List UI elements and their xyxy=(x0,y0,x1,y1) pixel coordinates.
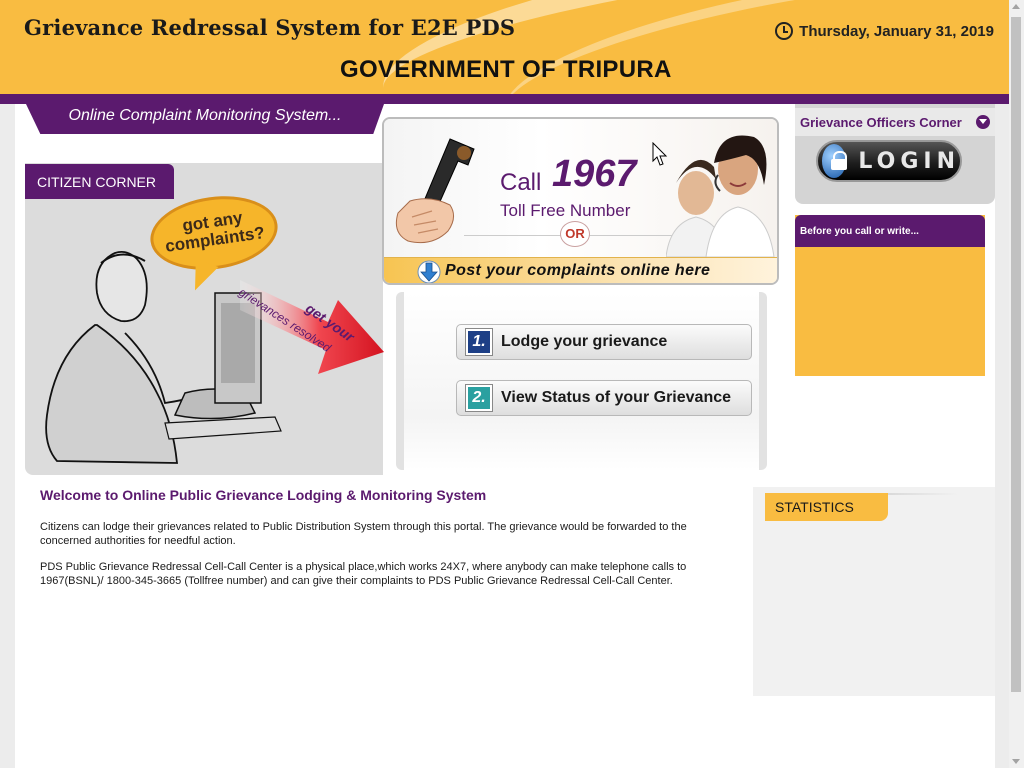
or-badge: OR xyxy=(560,221,590,247)
officer-login-button[interactable]: LOGIN xyxy=(816,140,962,182)
welcome-title: Welcome to Online Public Grievance Lodgi… xyxy=(40,487,487,503)
scroll-up-arrow-icon[interactable] xyxy=(1012,4,1020,9)
toll-free-number: 1967 xyxy=(552,153,637,195)
welcome-paragraph-1: Citizens can lodge their grievances rela… xyxy=(40,521,687,547)
login-label: LOGIN xyxy=(858,148,960,174)
site-header: Grievance Redressal System for E2E PDS G… xyxy=(0,0,1009,94)
down-arrow-icon xyxy=(417,260,441,283)
officers-corner-header[interactable]: Grievance Officers Corner xyxy=(795,108,995,136)
date-text: Thursday, January 31, 2019 xyxy=(799,22,994,40)
lodge-grievance-button[interactable]: 1. Lodge your grievance xyxy=(456,324,752,360)
tagline-banner: Online Complaint Monitoring System... xyxy=(26,104,384,134)
before-you-call-header: Before you call or write... xyxy=(795,215,985,247)
lodge-grievance-label: Lodge your grievance xyxy=(501,333,668,350)
view-grievance-status-button[interactable]: 2. View Status of your Grievance xyxy=(456,380,752,416)
site-title: Grievance Redressal System for E2E PDS xyxy=(24,15,516,40)
scroll-down-arrow-icon[interactable] xyxy=(1012,759,1020,764)
view-status-label: View Status of your Grievance xyxy=(501,389,732,406)
page: Grievance Redressal System for E2E PDS G… xyxy=(0,0,1024,768)
welcome-paragraph-2: PDS Public Grievance Redressal Cell-Call… xyxy=(40,561,687,587)
citizen-corner-tab: CITIZEN CORNER xyxy=(25,164,174,199)
phone-handset-hand-illustration xyxy=(395,138,475,244)
red-arrow-graphic xyxy=(240,280,384,374)
step-1-badge: 1. xyxy=(466,329,492,355)
officers-corner-title: Grievance Officers Corner xyxy=(800,114,962,130)
call-toll-free-banner[interactable]: Call 1967 Toll Free Number OR Post your … xyxy=(382,117,779,285)
statistics-title: STATISTICS xyxy=(765,493,888,521)
statistics-header-line xyxy=(888,493,958,495)
post-complaints-online-link[interactable]: Post your complaints online here xyxy=(445,262,710,280)
mouse-pointer-icon xyxy=(652,142,668,166)
lock-icon xyxy=(822,144,848,178)
clock-icon xyxy=(775,22,794,40)
toll-free-label: Toll Free Number xyxy=(500,201,631,220)
chevron-down-icon[interactable] xyxy=(976,115,990,129)
call-center-agents-illustration xyxy=(666,135,775,257)
header-divider xyxy=(0,94,1009,104)
step-2-badge: 2. xyxy=(466,385,492,411)
current-date: Thursday, January 31, 2019 xyxy=(775,22,994,40)
call-label: Call xyxy=(500,169,542,196)
government-title: GOVERNMENT OF TRIPURA xyxy=(340,56,672,83)
vertical-scrollbar[interactable] xyxy=(1009,0,1024,768)
scroll-thumb[interactable] xyxy=(1011,17,1021,692)
